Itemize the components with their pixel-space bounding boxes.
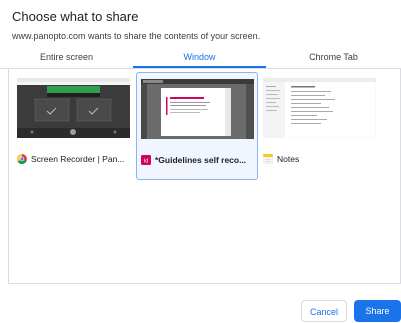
window-title: Screen Recorder | Pan... <box>31 154 125 164</box>
tab-window[interactable]: Window <box>133 50 266 68</box>
chrome-icon <box>17 154 27 164</box>
window-card-screen-recorder[interactable]: Screen Recorder | Pan... <box>13 72 135 180</box>
window-thumbnail <box>141 79 254 139</box>
window-title-row: Screen Recorder | Pan... <box>17 152 131 166</box>
dialog-title: Choose what to share <box>12 9 139 24</box>
window-thumbnail <box>17 78 130 138</box>
window-title-row: Notes <box>263 152 377 166</box>
window-card-guidelines[interactable]: Id *Guidelines self reco... <box>136 72 258 180</box>
share-button[interactable]: Share <box>354 300 401 322</box>
window-title: *Guidelines self reco... <box>155 155 247 165</box>
window-list: Screen Recorder | Pan... Id *Guidelines … <box>8 68 401 284</box>
window-card-notes[interactable]: Notes <box>259 72 381 180</box>
window-title-row: Id *Guidelines self reco... <box>141 153 255 167</box>
dialog-subtitle: www.panopto.com wants to share the conte… <box>12 31 261 41</box>
tab-chrome-tab[interactable]: Chrome Tab <box>266 50 401 68</box>
notes-icon <box>263 153 274 165</box>
cancel-button[interactable]: Cancel <box>301 300 347 322</box>
indesign-icon: Id <box>141 155 151 165</box>
window-title: Notes <box>277 154 300 164</box>
source-tabs: Entire screen Window Chrome Tab <box>0 50 401 68</box>
tab-entire-screen[interactable]: Entire screen <box>0 50 133 68</box>
window-thumbnail <box>263 78 376 138</box>
svg-text:Id: Id <box>144 158 149 164</box>
